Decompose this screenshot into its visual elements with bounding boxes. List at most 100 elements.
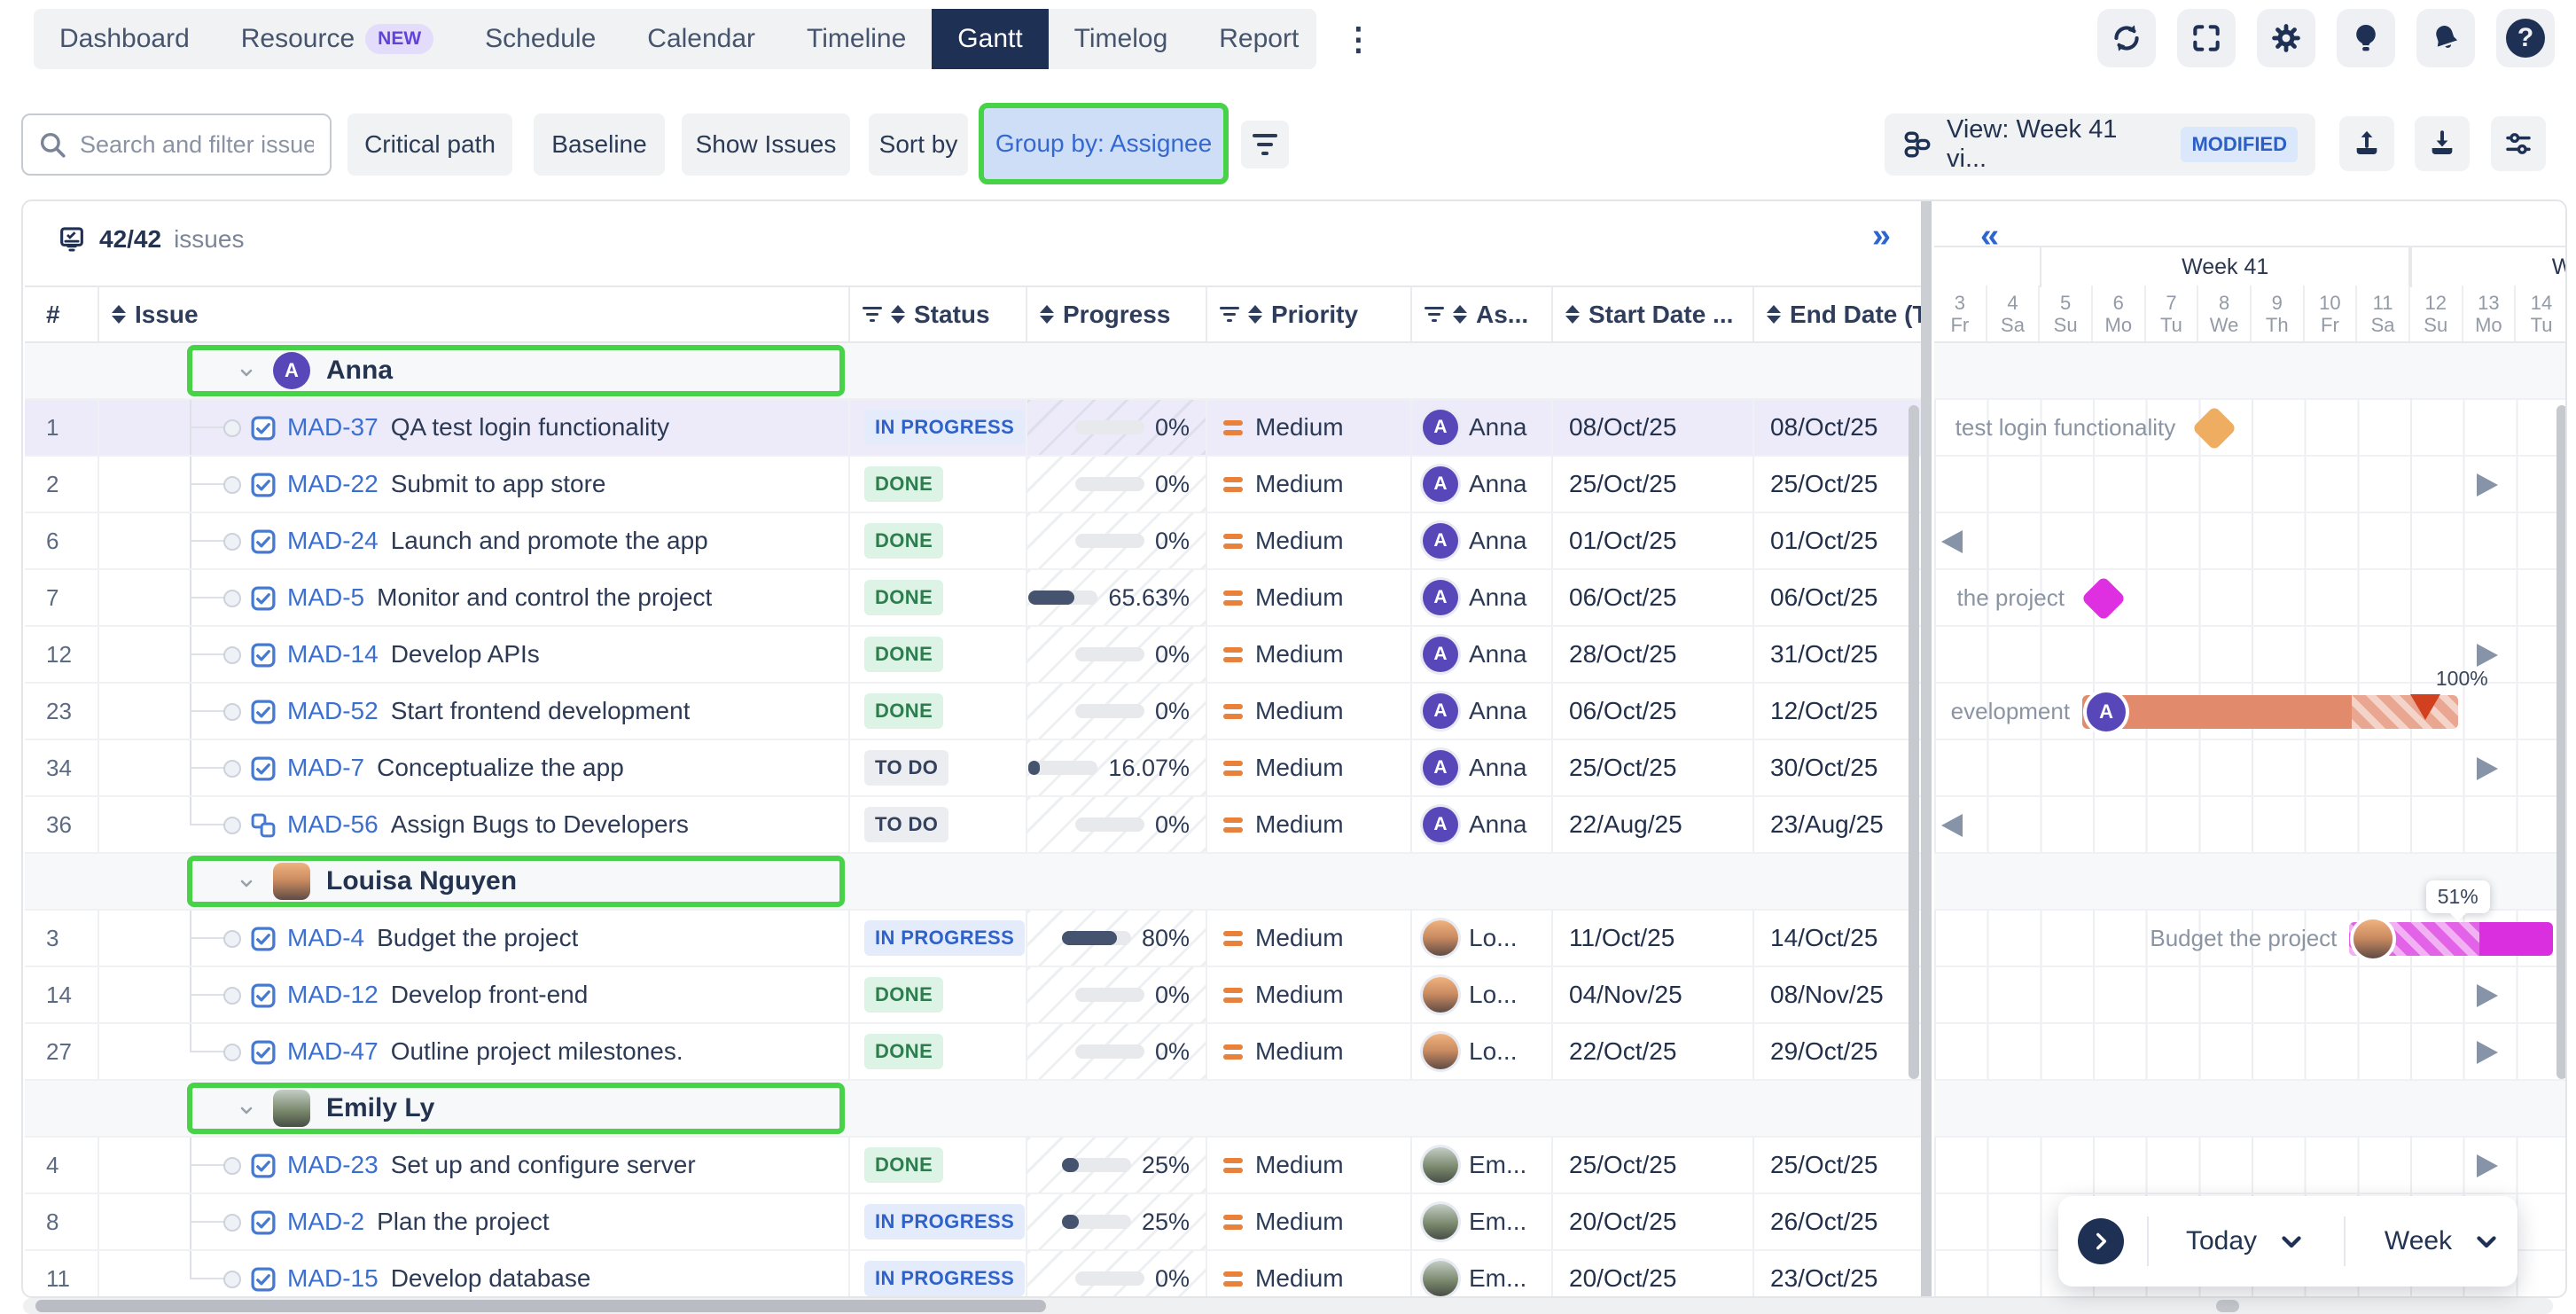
notifications-button[interactable] xyxy=(2416,9,2475,67)
issue-key-link[interactable]: MAD-23 xyxy=(287,1151,379,1179)
toolbar-button-sort-by[interactable]: Sort by xyxy=(869,113,968,176)
today-button[interactable]: Today xyxy=(2172,1226,2321,1256)
group-row-emily-ly[interactable]: Emily Ly xyxy=(25,1081,1921,1138)
cell-progress[interactable]: 16.07% xyxy=(1027,740,1207,795)
table-row-mad-7[interactable]: 34MAD-7Conceptualize the appTO DO16.07%M… xyxy=(25,740,1921,797)
cell-assignee[interactable]: AAnna xyxy=(1412,740,1553,795)
cell-end-date[interactable]: 12/Oct/25 xyxy=(1754,684,1921,739)
cell-end-date[interactable]: 06/Oct/25 xyxy=(1754,570,1921,625)
cell-issue[interactable]: MAD-22Submit to app store xyxy=(99,457,850,512)
chevron-down-icon[interactable] xyxy=(236,1098,257,1119)
column-header-priority[interactable]: Priority xyxy=(1207,287,1412,341)
offscreen-right-indicator[interactable] xyxy=(2477,984,2498,1007)
cell-progress[interactable]: 25% xyxy=(1027,1194,1207,1249)
cell-priority[interactable]: Medium xyxy=(1207,967,1412,1022)
table-row-mad-24[interactable]: 6MAD-24Launch and promote the appDONE0%M… xyxy=(25,513,1921,570)
upload-button[interactable] xyxy=(2339,116,2394,171)
dependency-handle[interactable] xyxy=(223,703,241,721)
cell-start-date[interactable]: 25/Oct/25 xyxy=(1553,740,1754,795)
cell-end-date[interactable]: 23/Oct/25 xyxy=(1754,1251,1921,1296)
cell-status[interactable]: TO DO xyxy=(850,740,1027,795)
cell-assignee[interactable]: Lo... xyxy=(1412,967,1553,1022)
cell-status[interactable]: DONE xyxy=(850,457,1027,512)
cell-start-date[interactable]: 25/Oct/25 xyxy=(1553,1138,1754,1193)
issue-key-link[interactable]: MAD-4 xyxy=(287,924,364,952)
cell-start-date[interactable]: 01/Oct/25 xyxy=(1553,513,1754,568)
column-header-enddatete[interactable]: End Date (Te xyxy=(1754,287,1921,341)
cell-issue[interactable]: MAD-56Assign Bugs to Developers xyxy=(99,797,850,852)
group-row-louisa-nguyen[interactable]: Louisa Nguyen xyxy=(25,854,1921,911)
cell-progress[interactable]: 65.63% xyxy=(1027,570,1207,625)
nav-item-gantt[interactable]: Gantt xyxy=(932,9,1048,69)
expand-table-button[interactable]: » xyxy=(1872,217,1891,255)
cell-start-date[interactable]: 28/Oct/25 xyxy=(1553,627,1754,682)
column-header-as[interactable]: As... xyxy=(1412,287,1553,341)
cell-status[interactable]: IN PROGRESS xyxy=(850,400,1027,455)
cell-assignee[interactable]: Lo... xyxy=(1412,911,1553,966)
toolbar-button-critical-path[interactable]: Critical path xyxy=(347,113,512,176)
cell-start-date[interactable]: 22/Aug/25 xyxy=(1553,797,1754,852)
issue-key-link[interactable]: MAD-15 xyxy=(287,1264,379,1293)
cell-assignee[interactable]: Em... xyxy=(1412,1138,1553,1193)
cell-progress[interactable]: 0% xyxy=(1027,1251,1207,1296)
cell-assignee[interactable]: AAnna xyxy=(1412,513,1553,568)
cell-status[interactable]: DONE xyxy=(850,1138,1027,1193)
nav-item-timelog[interactable]: Timelog xyxy=(1049,9,1194,69)
cell-end-date[interactable]: 25/Oct/25 xyxy=(1754,457,1921,512)
table-row-mad-12[interactable]: 14MAD-12Develop front-endDONE0%MediumLo.… xyxy=(25,967,1921,1024)
nav-more-button[interactable]: ⋮ xyxy=(1324,20,1392,58)
cell-priority[interactable]: Medium xyxy=(1207,627,1412,682)
offscreen-right-indicator[interactable] xyxy=(2477,1154,2498,1177)
cell-status[interactable]: IN PROGRESS xyxy=(850,1251,1027,1296)
search-box[interactable] xyxy=(21,113,332,176)
cell-end-date[interactable]: 29/Oct/25 xyxy=(1754,1024,1921,1079)
cell-assignee[interactable]: Em... xyxy=(1412,1194,1553,1249)
toolbar-button-show-issues[interactable]: Show Issues xyxy=(682,113,850,176)
issue-key-link[interactable]: MAD-47 xyxy=(287,1037,379,1066)
cell-status[interactable]: DONE xyxy=(850,570,1027,625)
cell-end-date[interactable]: 14/Oct/25 xyxy=(1754,911,1921,966)
column-header-status[interactable]: Status xyxy=(850,287,1027,341)
table-row-mad-56[interactable]: 36MAD-56Assign Bugs to DevelopersTO DO0%… xyxy=(25,797,1921,854)
table-row-mad-2[interactable]: 8MAD-2Plan the projectIN PROGRESS25%Medi… xyxy=(25,1194,1921,1251)
cell-issue[interactable]: MAD-47Outline project milestones. xyxy=(99,1024,850,1079)
cell-priority[interactable]: Medium xyxy=(1207,570,1412,625)
split-handle[interactable] xyxy=(1921,201,1932,1296)
gantt-horizontal-scrollbar-thumb[interactable] xyxy=(2216,1300,2239,1312)
cell-end-date[interactable]: 23/Aug/25 xyxy=(1754,797,1921,852)
toolbar-button-baseline[interactable]: Baseline xyxy=(534,113,665,176)
nav-item-resource[interactable]: ResourceNEW xyxy=(215,9,459,69)
cell-progress[interactable]: 25% xyxy=(1027,1138,1207,1193)
cell-priority[interactable]: Medium xyxy=(1207,400,1412,455)
issue-key-link[interactable]: MAD-56 xyxy=(287,810,379,839)
dependency-handle[interactable] xyxy=(223,760,241,778)
cell-end-date[interactable]: 08/Oct/25 xyxy=(1754,400,1921,455)
help-button[interactable]: ? xyxy=(2496,9,2555,67)
cell-priority[interactable]: Medium xyxy=(1207,740,1412,795)
collapse-gantt-button[interactable]: « xyxy=(1980,217,1999,255)
gantt-bar[interactable]: A100% xyxy=(2082,695,2458,729)
dependency-handle[interactable] xyxy=(223,590,241,607)
table-row-mad-14[interactable]: 12MAD-14Develop APIsDONE0%MediumAAnna28/… xyxy=(25,627,1921,684)
table-vertical-scrollbar[interactable] xyxy=(1909,405,1919,1079)
cell-end-date[interactable]: 08/Nov/25 xyxy=(1754,967,1921,1022)
cell-assignee[interactable]: AAnna xyxy=(1412,457,1553,512)
offscreen-right-indicator[interactable] xyxy=(2477,1041,2498,1064)
issue-key-link[interactable]: MAD-24 xyxy=(287,527,379,555)
cell-status[interactable]: IN PROGRESS xyxy=(850,911,1027,966)
search-input[interactable] xyxy=(78,130,316,160)
horizontal-scrollbar-thumb[interactable] xyxy=(35,1300,1046,1312)
cell-assignee[interactable]: AAnna xyxy=(1412,684,1553,739)
table-row-mad-22[interactable]: 2MAD-22Submit to app storeDONE0%MediumAA… xyxy=(25,457,1921,513)
issue-key-link[interactable]: MAD-22 xyxy=(287,470,379,498)
cell-status[interactable]: DONE xyxy=(850,513,1027,568)
table-row-mad-5[interactable]: 7MAD-5Monitor and control the projectDON… xyxy=(25,570,1921,627)
group-by-button[interactable]: Group by: Assignee xyxy=(995,129,1212,158)
cell-priority[interactable]: Medium xyxy=(1207,684,1412,739)
cell-priority[interactable]: Medium xyxy=(1207,1138,1412,1193)
issue-key-link[interactable]: MAD-52 xyxy=(287,697,379,725)
cell-start-date[interactable]: 25/Oct/25 xyxy=(1553,457,1754,512)
issue-key-link[interactable]: MAD-14 xyxy=(287,640,379,669)
cell-start-date[interactable]: 06/Oct/25 xyxy=(1553,570,1754,625)
cell-start-date[interactable]: 11/Oct/25 xyxy=(1553,911,1754,966)
